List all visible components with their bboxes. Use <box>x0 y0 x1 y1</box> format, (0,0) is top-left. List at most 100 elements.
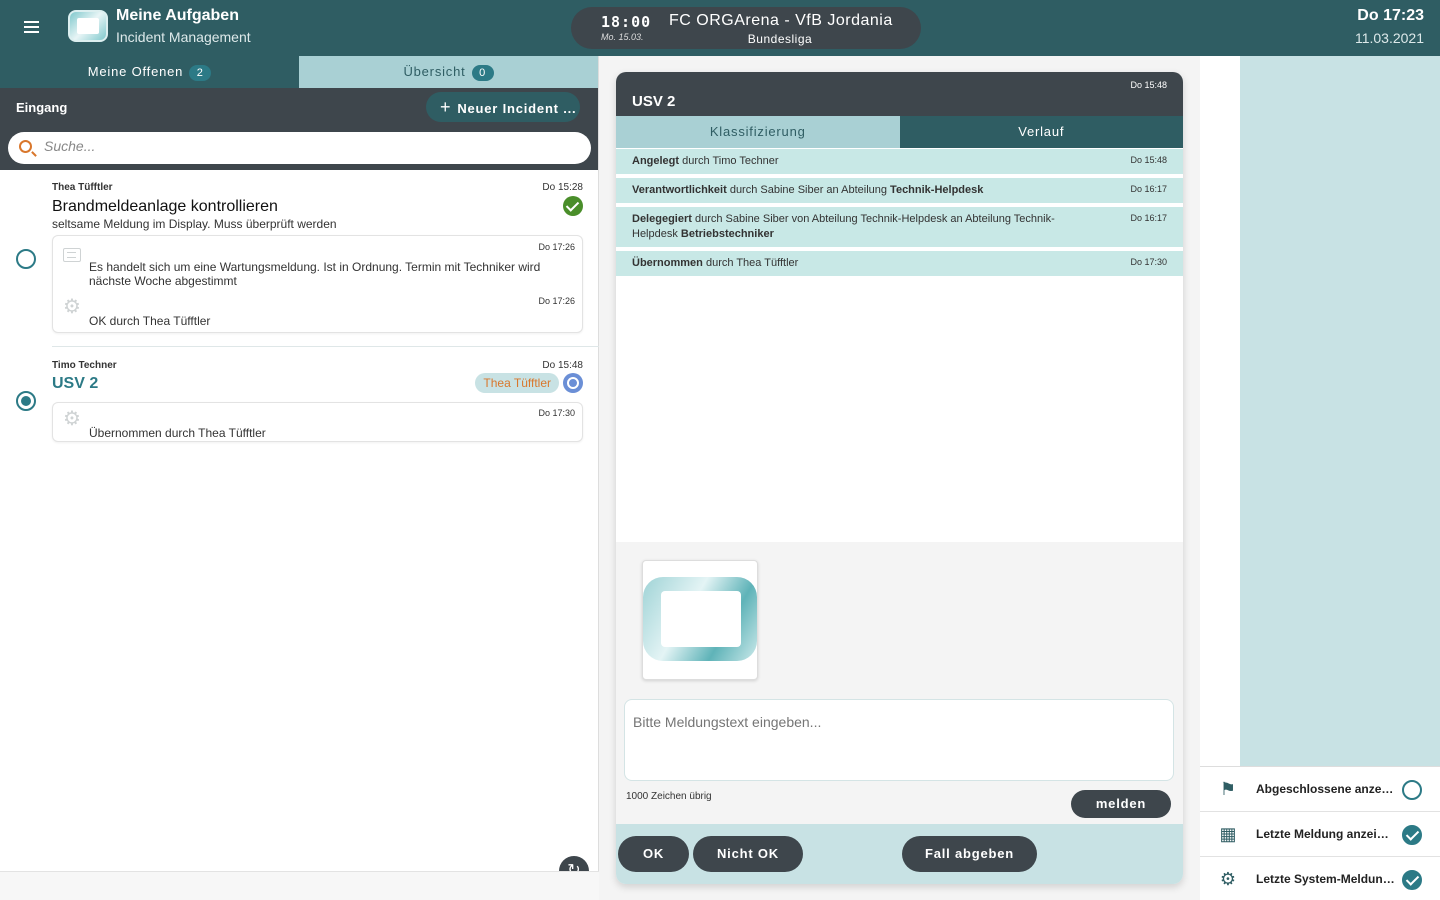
incident-title: Brandmeldeanlage kontrollieren <box>52 198 278 215</box>
option-last-system-message[interactable]: ⚙ Letzte System-Meldung... <box>1200 857 1440 900</box>
message-input[interactable] <box>624 699 1174 781</box>
option-show-closed[interactable]: ⚑ Abgeschlossene anzeig... <box>1200 767 1440 812</box>
incident-description: seltsame Meldung im Display. Muss überpr… <box>52 217 337 231</box>
option-label: Letzte System-Meldung... <box>1256 872 1396 886</box>
clock-day: Do 17:23 <box>1357 7 1424 24</box>
tab-uebersicht[interactable]: Übersicht 0 <box>299 56 598 88</box>
match-teams: FC ORGArena - VfB Jordania <box>669 12 893 29</box>
count-badge: 2 <box>189 65 212 81</box>
detail-tabs: Klassifizierung Verlauf <box>616 116 1183 148</box>
history-text: durch Thea Tüfftler <box>702 257 799 269</box>
search-icon <box>19 140 32 153</box>
match-time: 18:00 <box>601 13 652 31</box>
match-info[interactable]: 18:00 Mo. 15.03. FC ORGArena - VfB Jorda… <box>571 7 921 49</box>
new-incident-button[interactable]: + Neuer Incident ... <box>426 92 580 122</box>
not-ok-button[interactable]: Nicht OK <box>693 836 803 872</box>
history-list: Angelegt durch Timo Techner Do 15:48 Ver… <box>616 149 1183 276</box>
tab-verlauf[interactable]: Verlauf <box>899 116 1183 148</box>
send-button[interactable]: melden <box>1071 790 1171 818</box>
message-icon: ▦ <box>1219 824 1237 844</box>
entry-time: Do 17:30 <box>538 408 575 418</box>
search-box[interactable] <box>8 132 591 164</box>
history-text: durch Timo Techner <box>679 155 779 167</box>
select-radio[interactable] <box>16 391 36 411</box>
app-title: Meine Aufgaben <box>116 7 239 24</box>
history-time: Do 17:30 <box>1130 257 1167 267</box>
gear-icon: ⚙ <box>63 408 81 430</box>
option-toggle[interactable] <box>1402 825 1422 845</box>
incident-author: Timo Techner <box>52 360 117 371</box>
option-label: Letzte Meldung anzeigen <box>1256 827 1396 841</box>
option-last-message[interactable]: ▦ Letzte Meldung anzeigen <box>1200 812 1440 857</box>
incident-detail-panel: USV 2 Do 15:48 Klassifizierung Verlauf A… <box>616 72 1183 884</box>
history-time: Do 16:17 <box>1130 213 1167 223</box>
flags-icon: ⚑ <box>1219 779 1237 799</box>
incident-title: USV 2 <box>52 375 99 392</box>
incident-entries: Do 17:26 Es handelt sich um eine Wartung… <box>52 235 583 333</box>
app-logo <box>68 10 108 42</box>
attachment-thumbnail[interactable] <box>642 560 758 680</box>
option-toggle[interactable] <box>1402 780 1422 800</box>
incident-item[interactable]: Thea Tüfftler Do 15:28 Brandmeldeanlage … <box>0 170 599 346</box>
history-row: Verantwortlichkeit durch Sabine Siber an… <box>616 178 1183 203</box>
gear-icon: ⚙ <box>63 296 81 318</box>
history-action: Angelegt <box>632 155 680 167</box>
hand-over-button[interactable]: Fall abgeben <box>902 836 1037 872</box>
display-options: ⚑ Abgeschlossene anzeig... ▦ Letzte Meld… <box>1200 766 1440 900</box>
history-action: Übernommen <box>632 257 703 269</box>
option-toggle[interactable] <box>1402 870 1422 890</box>
attachment-image <box>643 577 757 661</box>
plus-icon: + <box>440 97 452 117</box>
tab-klassifizierung[interactable]: Klassifizierung <box>616 116 900 148</box>
history-time: Do 15:48 <box>1130 155 1167 165</box>
history-row: Übernommen durch Thea Tüfftler Do 17:30 <box>616 251 1183 276</box>
history-action: Verantwortlichkeit <box>632 184 727 196</box>
chars-left: 1000 Zeichen übrig <box>626 791 712 802</box>
tab-meine-offenen[interactable]: Meine Offenen 2 <box>0 56 299 88</box>
top-bar: Meine Aufgaben Incident Management 18:00… <box>0 0 1440 56</box>
list-footer <box>0 871 599 900</box>
tab-label: Meine Offenen <box>87 64 184 79</box>
inbox-label: Eingang <box>16 100 68 115</box>
detail-title: USV 2 <box>632 93 676 110</box>
match-league: Bundesliga <box>747 32 813 46</box>
history-row: Angelegt durch Timo Techner Do 15:48 <box>616 149 1183 174</box>
menu-icon[interactable] <box>22 18 46 38</box>
new-incident-label: Neuer Incident ... <box>457 101 577 116</box>
right-panel <box>1240 56 1440 766</box>
list-tabs: Meine Offenen 2 Übersicht 0 <box>0 56 598 88</box>
message-icon <box>63 248 81 262</box>
entry-text: Es handelt sich um eine Wartungsmeldung.… <box>89 260 541 288</box>
entry-time: Do 17:26 <box>538 296 575 306</box>
detail-time: Do 15:48 <box>1130 80 1167 90</box>
user-icon <box>563 373 583 393</box>
history-action: Delegegiert <box>632 213 692 225</box>
history-text: durch Sabine Siber an Abteilung <box>726 184 891 196</box>
gear-icon: ⚙ <box>1219 869 1237 889</box>
incident-time: Do 15:48 <box>542 360 583 371</box>
assignee-chip: Thea Tüfftler <box>475 373 559 393</box>
incident-time: Do 15:28 <box>542 182 583 193</box>
search-bar <box>0 126 598 170</box>
history-target: Technik-Helpdesk <box>890 184 984 196</box>
history-row: Delegegiert durch Sabine Siber von Abtei… <box>616 207 1183 247</box>
count-badge: 0 <box>471 65 494 81</box>
history-target: Betriebstechniker <box>680 228 774 240</box>
entry-time: Do 17:26 <box>538 242 575 252</box>
clock-date: 11.03.2021 <box>1354 30 1424 46</box>
history-time: Do 16:17 <box>1130 184 1167 194</box>
incident-item[interactable]: Timo Techner Do 15:48 USV 2 Thea Tüfftle… <box>0 347 599 447</box>
incident-entries: ⚙ Do 17:30 Übernommen durch Thea Tüfftle… <box>52 402 583 442</box>
right-strip <box>1200 56 1240 766</box>
entry-text: OK durch Thea Tüfftler <box>89 314 211 328</box>
ok-button[interactable]: OK <box>618 836 689 872</box>
incident-author: Thea Tüfftler <box>52 182 113 193</box>
done-check-icon <box>563 196 583 216</box>
option-label: Abgeschlossene anzeig... <box>1256 782 1396 796</box>
app-subtitle: Incident Management <box>116 29 251 45</box>
select-radio[interactable] <box>16 249 36 269</box>
inbox-bar: Eingang + Neuer Incident ... <box>0 88 598 126</box>
action-bar: OK Nicht OK Fall abgeben <box>616 824 1183 884</box>
compose-area: 1000 Zeichen übrig melden <box>616 542 1183 824</box>
search-input[interactable] <box>44 138 564 154</box>
